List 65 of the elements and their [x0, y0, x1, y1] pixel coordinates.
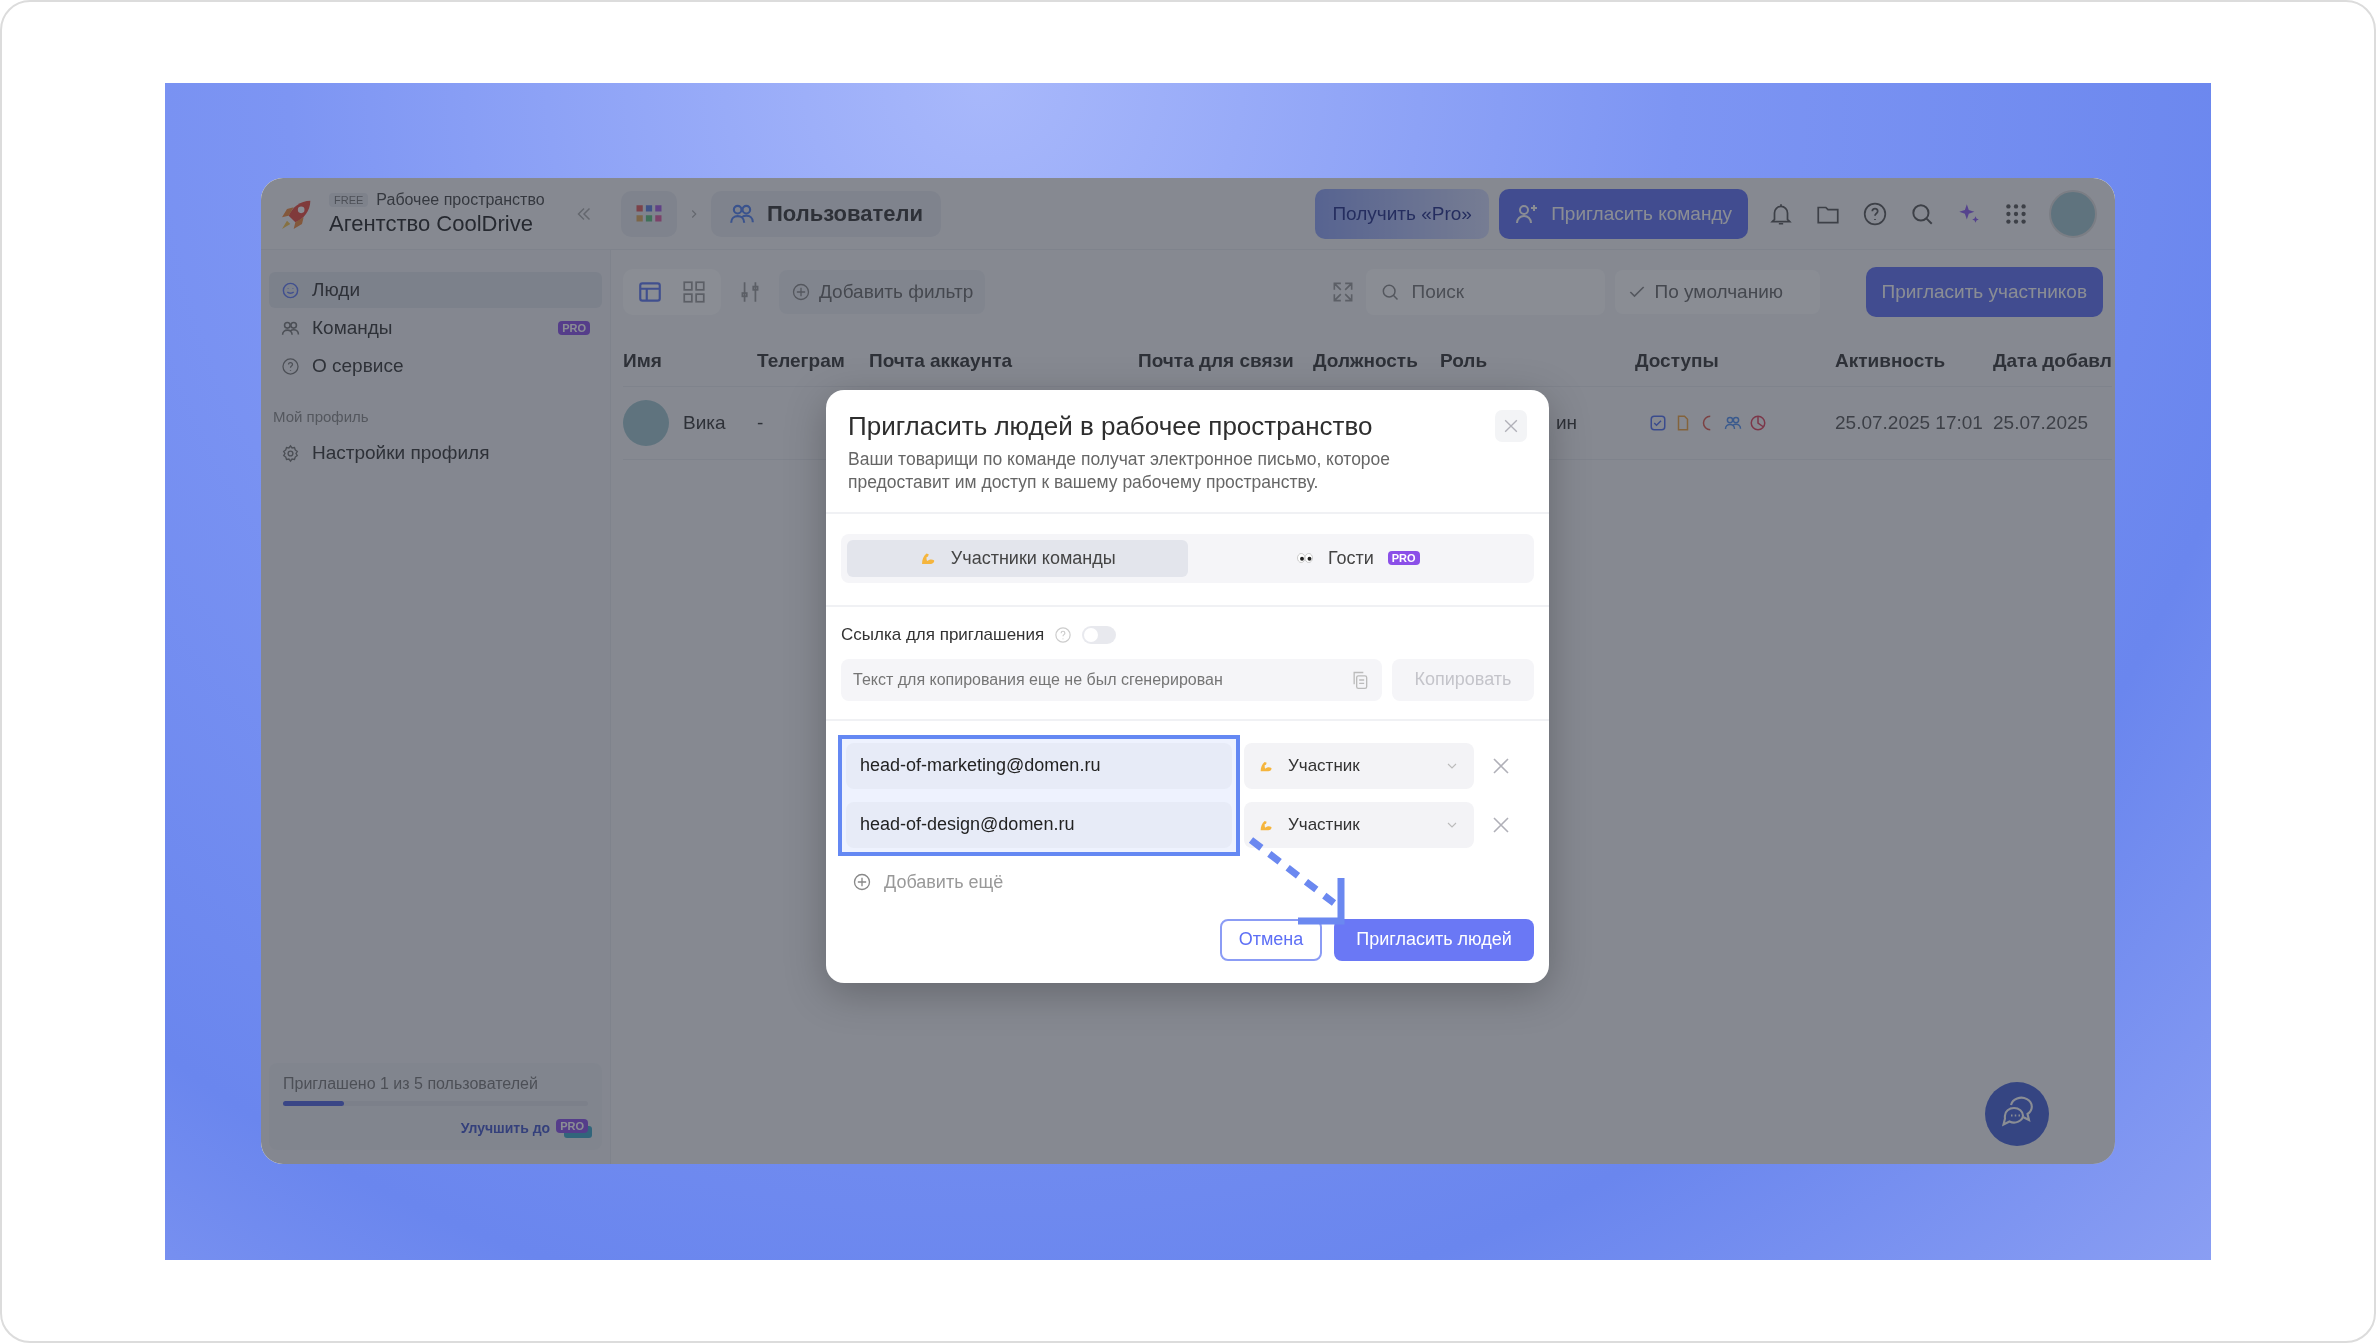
column-header: Телеграм — [757, 334, 869, 387]
breadcrumb-page[interactable]: Пользователи — [711, 190, 941, 237]
role-select[interactable]: Участник — [1244, 801, 1474, 848]
apps-button[interactable] — [621, 190, 677, 237]
table-cell: 25.07.2025 17:01 — [1835, 412, 1983, 434]
table-icon[interactable] — [637, 279, 663, 305]
add-more-button[interactable]: Добавить ещё — [852, 871, 1004, 893]
sidebar-label: О сервисе — [312, 355, 405, 377]
email-field[interactable]: head-of-marketing@domen.ru — [846, 742, 1232, 789]
sidebar-label: Люди — [312, 279, 361, 301]
checkbox-icon — [1649, 414, 1667, 432]
smiley-icon — [281, 280, 300, 300]
help-icon[interactable] — [1054, 625, 1073, 644]
avatar-circle[interactable] — [2049, 189, 2097, 238]
column-header: Почта аккаунта — [869, 334, 1138, 387]
pie-chart-icon — [1749, 414, 1767, 432]
add-filter-button[interactable]: Добавить фильтр — [779, 270, 986, 314]
pro-badge: PRO — [558, 321, 590, 335]
column-header: Почта для связи — [1138, 334, 1313, 387]
table-cell: Вика — [683, 412, 726, 434]
help-icon — [281, 356, 300, 376]
sort-button[interactable]: По умолчанию — [1614, 270, 1820, 314]
upgrade-button[interactable]: Получить «Pro» — [1315, 188, 1490, 239]
invite-team-button[interactable]: Пригласить команду — [1499, 188, 1748, 239]
link-field[interactable]: Текст для копирования еще не был сгенерирован — [841, 658, 1382, 701]
workspace-name[interactable]: Агентство CoolDrive — [329, 210, 561, 237]
pro-badge: PRO — [1387, 551, 1420, 565]
grid-icon[interactable] — [681, 279, 707, 305]
column-header: Роль — [1440, 334, 1635, 387]
upgrade-link[interactable]: Улучшить до — [460, 1120, 551, 1136]
invite-members-button[interactable]: Пригласить участников — [1865, 267, 2103, 317]
tab[interactable]: Участники команды — [847, 539, 1188, 577]
invite-people-button[interactable]: Пригласить людей — [1334, 918, 1534, 961]
sidebar-label: Команды — [312, 317, 394, 339]
plus-circle-icon — [852, 872, 872, 892]
table-cell: 25.07.2025 — [1993, 412, 2089, 434]
column-header: Должность — [1313, 334, 1440, 387]
help-icon[interactable] — [1862, 200, 1888, 227]
close-button[interactable] — [1495, 410, 1527, 442]
sidebar-item[interactable]: Команды PRO — [269, 310, 602, 346]
plus-circle-icon — [791, 282, 811, 302]
column-header: Дата добавл — [1993, 334, 2112, 387]
sidebar-item[interactable]: Люди — [269, 272, 602, 308]
tab[interactable]: Гости PRO — [1187, 539, 1528, 577]
avatar-circle — [623, 400, 669, 446]
column-header: Имя — [623, 334, 757, 387]
table-cell: ин — [1555, 412, 1577, 434]
pro-badge: PRO — [556, 1119, 588, 1133]
column-header: Доступы — [1635, 334, 1835, 387]
settings-icon — [281, 443, 300, 463]
table-cell: - — [757, 412, 764, 434]
column-header: Активность — [1835, 334, 1993, 387]
sidebar-label: Настройки профиля — [312, 442, 491, 464]
search-field[interactable]: Поиск — [1365, 269, 1605, 315]
users-icon — [1724, 414, 1742, 432]
usage-text: Приглашено 1 из 5 пользователей — [283, 1075, 539, 1093]
cancel-button[interactable]: Отмена — [1220, 918, 1322, 961]
sidebar-item[interactable]: О сервисе — [269, 348, 602, 384]
role-select[interactable]: Участник — [1244, 742, 1474, 789]
email-field[interactable]: head-of-design@domen.ru — [846, 801, 1232, 848]
modal-description: Ваши товарищи по команде получат электронное письмо, которое предоставит им доступ к вашему рабочему пространству. — [848, 448, 1392, 494]
modal-title: Пригласить людей в рабочее пространство — [848, 410, 1373, 442]
workspace-label: Рабочее пространство — [376, 190, 545, 209]
sidebar-item[interactable]: Настройки профиля — [269, 435, 602, 471]
field-label: Ссылка для приглашения — [841, 624, 1045, 645]
